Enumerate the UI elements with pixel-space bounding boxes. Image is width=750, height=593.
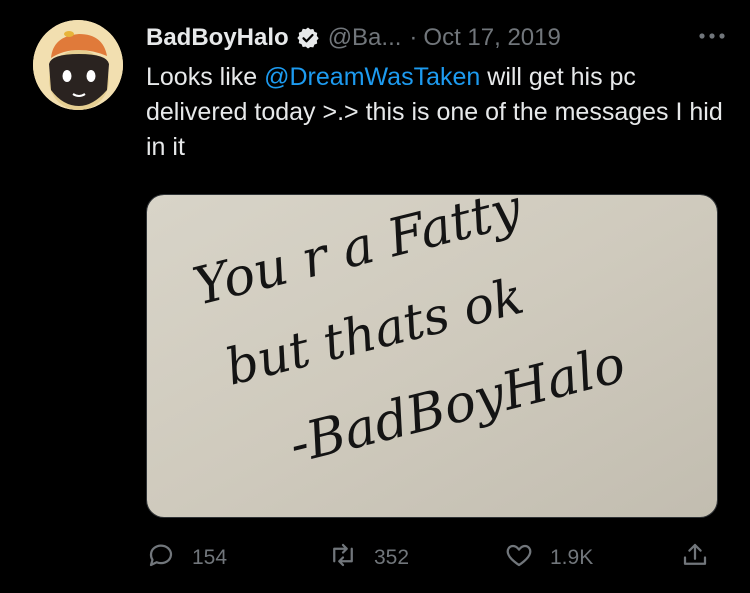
reply-bubble-icon	[146, 540, 176, 576]
avatar-image	[33, 20, 123, 110]
more-dots-icon[interactable]	[694, 24, 730, 48]
author-avatar[interactable]	[33, 20, 123, 110]
verified-badge-icon	[296, 26, 320, 50]
reply-button[interactable]: 154	[146, 538, 227, 578]
tweet-header: BadBoyHalo @Ba... · Oct 17, 2019	[146, 20, 730, 56]
mention-link[interactable]: @DreamWasTaken	[264, 63, 480, 91]
tweet-media-photo[interactable]: You r a Fatty but thats ok -BadBoyHalo	[146, 194, 718, 518]
like-count: 1.9K	[550, 546, 594, 569]
tweet-text-start: Looks like	[146, 63, 265, 91]
tweet-action-bar: 154 352 1.9K	[146, 538, 730, 578]
handwritten-note-image: You r a Fatty but thats ok -BadBoyHalo	[147, 195, 717, 517]
display-name[interactable]: BadBoyHalo	[146, 24, 289, 52]
retweet-icon	[328, 540, 358, 576]
author-handle[interactable]: @Ba...	[328, 24, 402, 52]
like-button[interactable]: 1.9K	[504, 538, 593, 578]
reply-count: 154	[192, 546, 228, 569]
retweet-count: 352	[374, 546, 410, 569]
share-icon	[680, 540, 710, 576]
heart-icon	[504, 540, 534, 576]
tweet-date[interactable]: Oct 17, 2019	[423, 24, 560, 52]
tweet-text: Looks like @DreamWasTaken will get his p…	[146, 60, 726, 165]
share-button[interactable]	[680, 538, 710, 578]
header-separator: ·	[409, 24, 418, 51]
retweet-button[interactable]: 352	[328, 538, 409, 578]
